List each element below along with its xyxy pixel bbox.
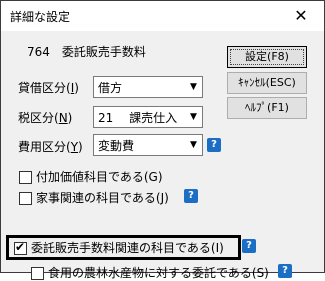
household-checkbox[interactable] bbox=[19, 192, 32, 205]
debit-label: 貸借区分(I) bbox=[18, 81, 79, 95]
help-icon[interactable]: ? bbox=[207, 138, 221, 152]
close-icon[interactable]: ✕ bbox=[278, 1, 324, 31]
dialog-title: 詳細な設定 bbox=[10, 10, 71, 24]
commission-label: 委託販売手数料関連の科目である(I) bbox=[31, 241, 224, 255]
tax-label: 税区分(N) bbox=[18, 111, 73, 125]
help-icon[interactable]: ? bbox=[278, 264, 292, 278]
chevron-down-icon[interactable]: ▼ bbox=[185, 77, 202, 97]
account-name: 764 委託販売手数料 bbox=[27, 45, 146, 59]
commission-checkbox[interactable]: ✔ bbox=[14, 240, 27, 255]
help-icon[interactable]: ? bbox=[184, 189, 198, 203]
cost-label: 費用区分(Y) bbox=[18, 140, 83, 154]
help-button[interactable]: ﾍﾙﾌﾟ(F1) bbox=[227, 97, 307, 119]
debit-select[interactable]: 借方 ▼ bbox=[93, 76, 203, 98]
settings-dialog: 詳細な設定 ✕ 764 委託販売手数料 設定(F8) ｷｬﾝｾﾙ(ESC) ﾍﾙ… bbox=[0, 0, 325, 280]
title-bar: 詳細な設定 ✕ bbox=[1, 1, 324, 31]
cancel-button[interactable]: ｷｬﾝｾﾙ(ESC) bbox=[227, 72, 307, 94]
household-label: 家事関連の科目である(J) bbox=[36, 191, 169, 205]
added-value-checkbox[interactable] bbox=[19, 171, 32, 184]
ok-button[interactable]: 設定(F8) bbox=[227, 46, 307, 68]
cost-select[interactable]: 変動費 ▼ bbox=[93, 134, 203, 156]
dialog-body: 764 委託販売手数料 設定(F8) ｷｬﾝｾﾙ(ESC) ﾍﾙﾌﾟ(F1) 貸… bbox=[1, 31, 324, 280]
help-icon[interactable]: ? bbox=[242, 239, 256, 253]
food-agri-checkbox[interactable] bbox=[31, 267, 44, 280]
tax-select[interactable]: 21 課売仕入 ▼ bbox=[93, 106, 203, 128]
check-icon: ✔ bbox=[15, 240, 26, 254]
chevron-down-icon[interactable]: ▼ bbox=[185, 135, 202, 155]
chevron-down-icon[interactable]: ▼ bbox=[185, 107, 202, 127]
added-value-label: 付加価値科目である(G) bbox=[36, 170, 163, 184]
